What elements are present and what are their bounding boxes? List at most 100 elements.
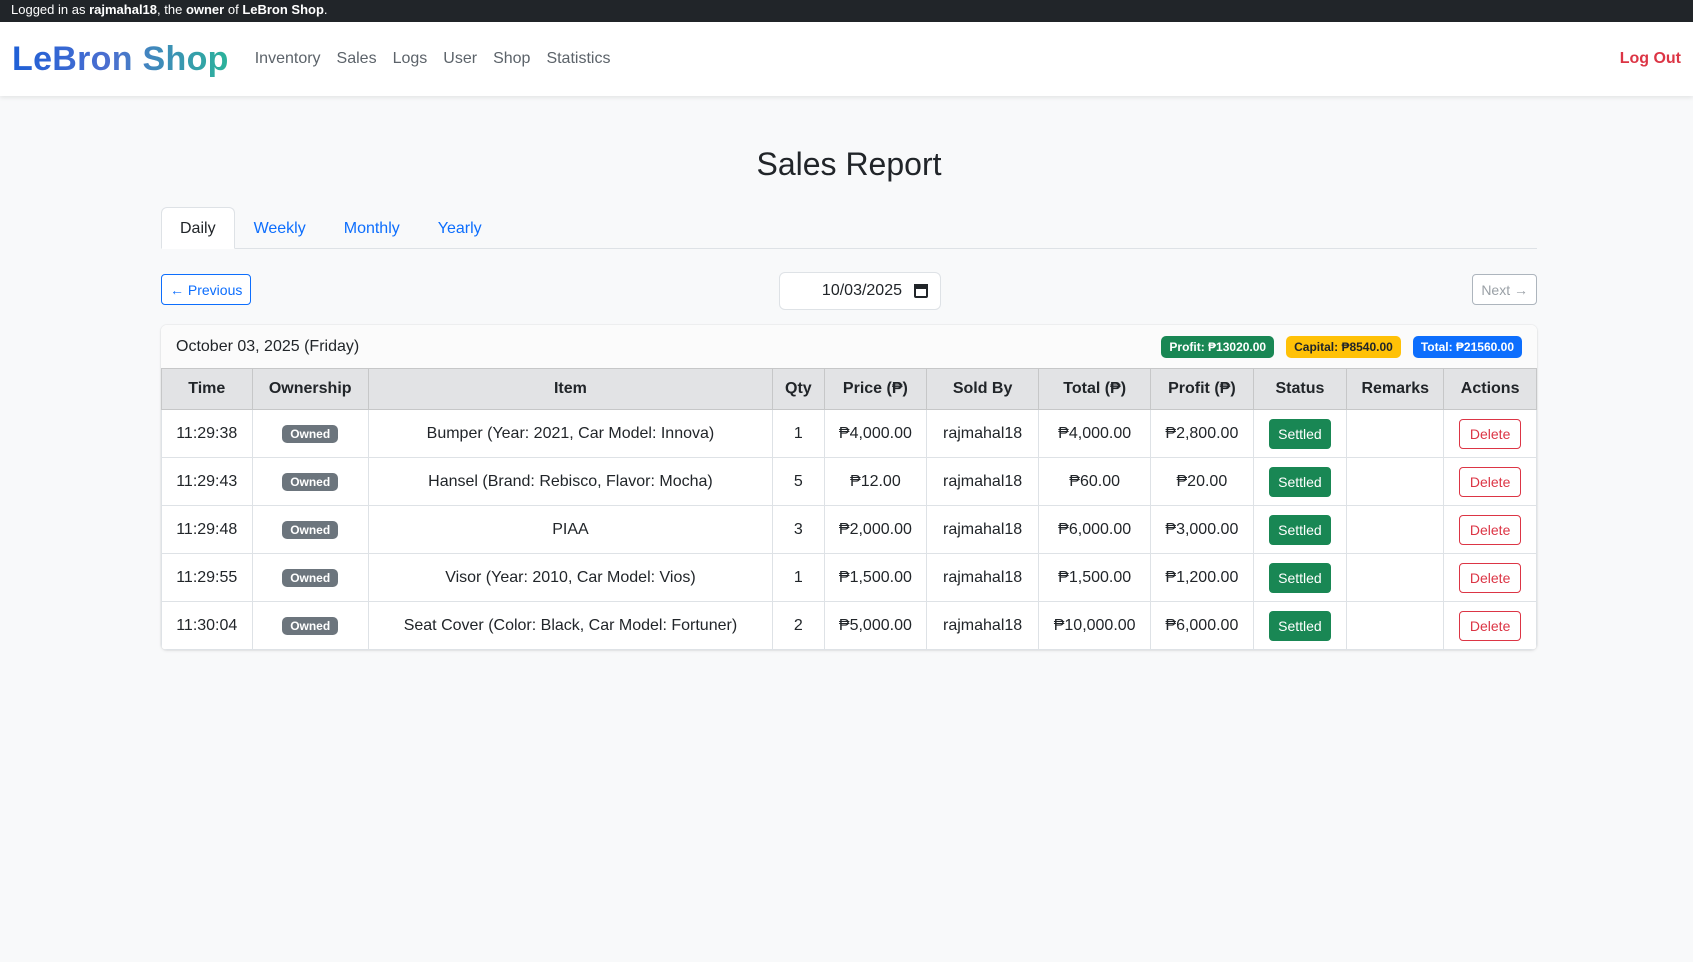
- cell-total: ₱4,000.00: [1038, 409, 1152, 458]
- header-remarks: Remarks: [1346, 368, 1445, 410]
- cell-qty: 1: [771, 553, 825, 602]
- delete-button[interactable]: Delete: [1458, 418, 1522, 449]
- previous-button[interactable]: ← Previous: [161, 274, 252, 305]
- logout-link[interactable]: Log Out: [1620, 50, 1681, 68]
- login-prefix: Logged in as: [11, 2, 90, 17]
- table-row: 11:29:55 Owned Visor (Year: 2010, Car Mo…: [161, 553, 1537, 602]
- total-badge: Total: ₱21560.00: [1412, 335, 1522, 358]
- profit-badge: Profit: ₱13020.00: [1161, 335, 1275, 358]
- cell-status: Settled: [1252, 457, 1348, 506]
- cell-ownership: Owned: [251, 409, 369, 458]
- cell-qty: 3: [771, 505, 825, 554]
- nav-link-statistics[interactable]: Statistics: [546, 50, 610, 68]
- header-item: Item: [367, 368, 773, 410]
- cell-ownership: Owned: [251, 457, 369, 506]
- ownership-badge: Owned: [282, 568, 339, 587]
- cell-total: ₱1,500.00: [1038, 553, 1152, 602]
- login-of: of: [224, 2, 243, 17]
- cell-sold-by: rajmahal18: [926, 457, 1040, 506]
- tab-yearly[interactable]: Yearly: [419, 207, 501, 249]
- header-qty: Qty: [771, 368, 825, 410]
- nav-link-user[interactable]: User: [443, 50, 477, 68]
- cell-total: ₱6,000.00: [1038, 505, 1152, 554]
- cell-remarks: [1346, 505, 1445, 554]
- nav-links: Inventory Sales Logs User Shop Statistic…: [255, 50, 611, 68]
- header-profit: Profit (₱): [1150, 368, 1254, 410]
- page-title: Sales Report: [756, 146, 942, 182]
- cell-price: ₱1,500.00: [823, 553, 928, 602]
- cell-price: ₱12.00: [823, 457, 928, 506]
- report-day-label: October 03, 2025 (Friday): [176, 337, 360, 355]
- cell-actions: Delete: [1443, 601, 1537, 650]
- cell-item: PIAA: [367, 505, 773, 554]
- header-actions: Actions: [1443, 368, 1537, 410]
- cell-qty: 2: [771, 601, 825, 650]
- cell-ownership: Owned: [251, 505, 369, 554]
- delete-button[interactable]: Delete: [1458, 562, 1522, 593]
- cell-time: 11:29:43: [161, 457, 253, 506]
- tab-monthly[interactable]: Monthly: [325, 207, 419, 249]
- cell-actions: Delete: [1443, 505, 1537, 554]
- cell-price: ₱5,000.00: [823, 601, 928, 650]
- login-shop: LeBron Shop: [242, 2, 324, 17]
- date-controls: ← Previous 10/03/2025 Next →: [161, 262, 1537, 320]
- cell-remarks: [1346, 409, 1445, 458]
- cell-remarks: [1346, 457, 1445, 506]
- summary-badges: Profit: ₱13020.00 Capital: ₱8540.00 Tota…: [1161, 335, 1522, 358]
- ownership-badge: Owned: [282, 424, 339, 443]
- sales-table: Time Ownership Item Qty Price (₱) Sold B…: [161, 368, 1537, 650]
- cell-remarks: [1346, 553, 1445, 602]
- main-content: Sales Report Daily Weekly Monthly Yearly…: [161, 96, 1537, 650]
- cell-qty: 1: [771, 409, 825, 458]
- settled-button[interactable]: Settled: [1269, 466, 1331, 497]
- header-sold-by: Sold By: [926, 368, 1040, 410]
- ownership-badge: Owned: [282, 472, 339, 491]
- cell-sold-by: rajmahal18: [926, 601, 1040, 650]
- nav-link-logs[interactable]: Logs: [393, 50, 428, 68]
- brand-logo[interactable]: LeBron Shop: [12, 40, 229, 79]
- settled-button[interactable]: Settled: [1269, 610, 1331, 641]
- settled-button[interactable]: Settled: [1269, 514, 1331, 545]
- cell-status: Settled: [1252, 505, 1348, 554]
- cell-time: 11:29:48: [161, 505, 253, 554]
- cell-status: Settled: [1252, 601, 1348, 650]
- date-picker-input[interactable]: 10/03/2025: [779, 272, 941, 310]
- cell-profit: ₱6,000.00: [1150, 601, 1254, 650]
- table-row: 11:29:43 Owned Hansel (Brand: Rebisco, F…: [161, 457, 1537, 506]
- tab-weekly[interactable]: Weekly: [235, 207, 325, 249]
- login-status-bar: Logged in as rajmahal18, the owner of Le…: [0, 0, 1693, 22]
- table-row: 11:29:38 Owned Bumper (Year: 2021, Car M…: [161, 409, 1537, 458]
- calendar-icon[interactable]: [914, 284, 928, 298]
- cell-price: ₱2,000.00: [823, 505, 928, 554]
- login-role: owner: [185, 2, 225, 17]
- cell-actions: Delete: [1443, 457, 1537, 506]
- cell-profit: ₱20.00: [1150, 457, 1254, 506]
- cell-time: 11:29:38: [161, 409, 253, 458]
- cell-total: ₱10,000.00: [1038, 601, 1152, 650]
- cell-time: 11:30:04: [161, 601, 253, 650]
- cell-total: ₱60.00: [1038, 457, 1152, 506]
- next-button[interactable]: Next →: [1472, 274, 1537, 305]
- cell-qty: 5: [771, 457, 825, 506]
- sales-report-card: October 03, 2025 (Friday) Profit: ₱13020…: [161, 325, 1537, 650]
- cell-ownership: Owned: [251, 553, 369, 602]
- delete-button[interactable]: Delete: [1458, 610, 1522, 641]
- login-mid: , the: [157, 2, 186, 17]
- nav-link-sales[interactable]: Sales: [337, 50, 377, 68]
- settled-button[interactable]: Settled: [1269, 418, 1331, 449]
- delete-button[interactable]: Delete: [1458, 466, 1522, 497]
- nav-link-inventory[interactable]: Inventory: [255, 50, 321, 68]
- table-row: 11:29:48 Owned PIAA 3 ₱2,000.00 rajmahal…: [161, 505, 1537, 554]
- login-suffix: .: [323, 2, 328, 17]
- cell-profit: ₱1,200.00: [1150, 553, 1254, 602]
- date-value: 10/03/2025: [821, 282, 902, 299]
- cell-price: ₱4,000.00: [823, 409, 928, 458]
- tab-daily[interactable]: Daily: [161, 207, 235, 249]
- cell-profit: ₱2,800.00: [1150, 409, 1254, 458]
- settled-button[interactable]: Settled: [1269, 562, 1331, 593]
- ownership-badge: Owned: [282, 520, 339, 539]
- cell-status: Settled: [1252, 553, 1348, 602]
- cell-remarks: [1346, 601, 1445, 650]
- nav-link-shop[interactable]: Shop: [493, 50, 530, 68]
- delete-button[interactable]: Delete: [1458, 514, 1522, 545]
